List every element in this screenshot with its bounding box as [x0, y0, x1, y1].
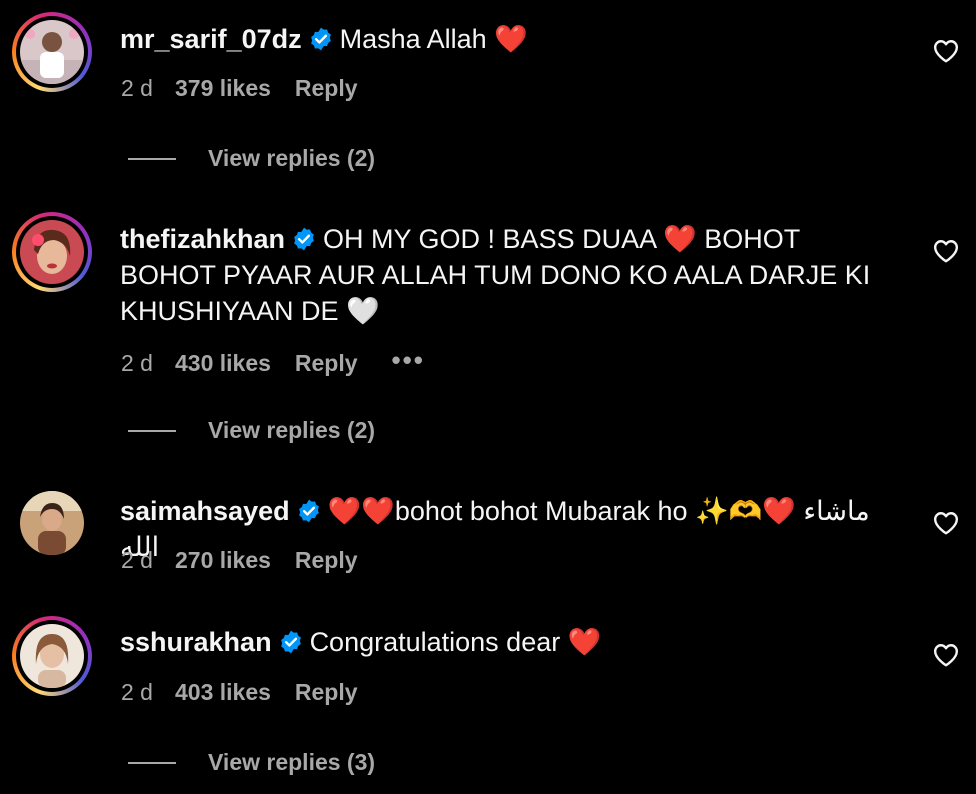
avatar-image [20, 624, 84, 688]
verified-badge-icon [294, 227, 314, 251]
timestamp[interactable]: 2 d [121, 73, 153, 103]
avatar[interactable] [12, 616, 92, 696]
comment-text: Congratulations dear ❤️ [309, 627, 602, 657]
comment-text: Masha Allah ❤️ [339, 24, 528, 54]
heart-outline-icon[interactable] [933, 643, 959, 667]
more-options-icon[interactable]: ••• [392, 345, 425, 375]
reply-button[interactable]: Reply [295, 545, 358, 575]
avatar-image [20, 220, 84, 284]
comment-text-line: sshurakhan Congratulations dear ❤️ [120, 624, 900, 660]
replies-divider [128, 430, 176, 432]
view-replies-label: View replies (3) [208, 749, 376, 775]
avatar-image [20, 491, 84, 555]
view-replies-label: View replies (2) [208, 145, 376, 171]
timestamp[interactable]: 2 d [121, 348, 153, 378]
view-replies-label: View replies (2) [208, 417, 376, 443]
verified-badge-icon [310, 27, 331, 51]
username[interactable]: thefizahkhan [120, 224, 285, 254]
timestamp[interactable]: 2 d [121, 677, 153, 707]
comment-text-line: thefizahkhan OH MY GOD ! BASS DUAA ❤️ BOH… [120, 221, 900, 329]
avatar-image [20, 20, 84, 84]
avatar[interactable] [12, 483, 92, 563]
replies-divider [128, 762, 176, 764]
likes-count[interactable]: 430 likes [175, 348, 271, 378]
avatar[interactable] [12, 12, 92, 92]
verified-badge-icon [298, 499, 319, 523]
comment-meta: 2 d 270 likes Reply [121, 545, 358, 575]
comment-meta: 2 d 430 likes Reply ••• [121, 345, 425, 378]
heart-outline-icon[interactable] [933, 239, 959, 263]
reply-button[interactable]: Reply [295, 73, 358, 103]
verified-badge-icon [280, 630, 301, 654]
reply-button[interactable]: Reply [295, 348, 358, 378]
comment-meta: 2 d 403 likes Reply [121, 677, 358, 707]
likes-count[interactable]: 270 likes [175, 545, 271, 575]
replies-divider [128, 158, 176, 160]
reply-button[interactable]: Reply [295, 677, 358, 707]
username[interactable]: sshurakhan [120, 627, 272, 657]
avatar[interactable] [12, 212, 92, 292]
heart-outline-icon[interactable] [933, 511, 959, 535]
username[interactable]: mr_sarif_07dz [120, 24, 302, 54]
likes-count[interactable]: 403 likes [175, 677, 271, 707]
username[interactable]: saimahsayed [120, 496, 290, 526]
likes-count[interactable]: 379 likes [175, 73, 271, 103]
timestamp[interactable]: 2 d [121, 545, 153, 575]
comment-meta: 2 d 379 likes Reply [121, 73, 358, 103]
heart-outline-icon[interactable] [933, 39, 959, 63]
comment-text-line: mr_sarif_07dz Masha Allah ❤️ [120, 21, 900, 57]
